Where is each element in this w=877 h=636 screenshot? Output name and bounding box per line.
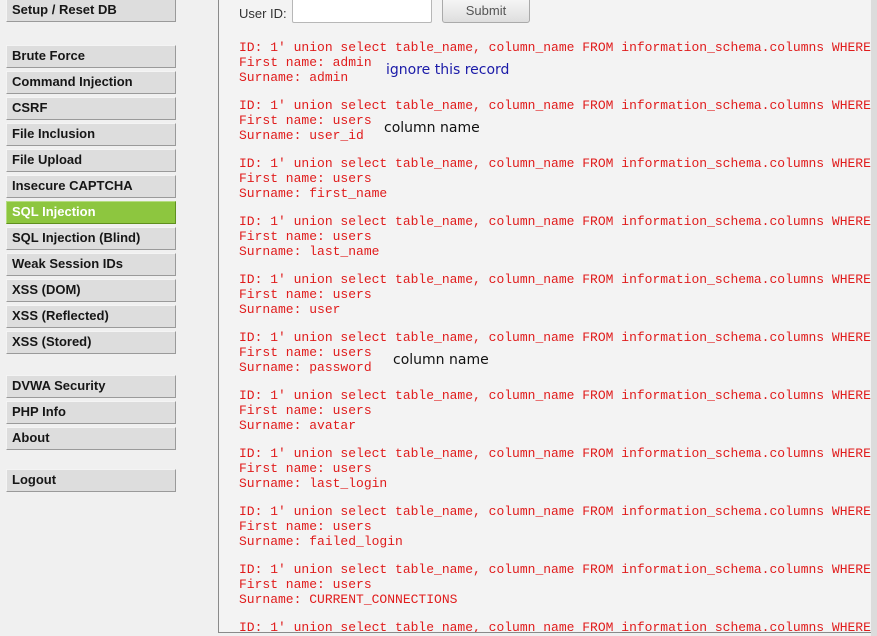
record-first-line: First name: users	[239, 577, 372, 592]
record-first-line: First name: admin	[239, 55, 372, 70]
sidebar-item-about[interactable]: About	[6, 427, 176, 450]
sidebar-item-brute-force[interactable]: Brute Force	[6, 45, 176, 68]
main-content: User ID: Submit ID: 1' union select tabl…	[218, 0, 872, 633]
sidebar-item-xss-dom[interactable]: XSS (DOM)	[6, 279, 176, 302]
menu-group: Logout	[6, 469, 176, 495]
submit-button[interactable]: Submit	[442, 0, 530, 23]
record-id-line: ID: 1' union select table_name, column_n…	[239, 504, 871, 519]
sidebar-item-command-injection[interactable]: Command Injection	[6, 71, 176, 94]
record-id-line: ID: 1' union select table_name, column_n…	[239, 156, 871, 171]
sidebar-item-weak-session-ids[interactable]: Weak Session IDs	[6, 253, 176, 276]
result-record: ID: 1' union select table_name, column_n…	[239, 214, 871, 259]
record-first-line: First name: users	[239, 403, 372, 418]
record-id-line: ID: 1' union select table_name, column_n…	[239, 330, 871, 345]
result-record: ID: 1' union select table_name, column_n…	[239, 272, 871, 317]
sidebar-item-dvwa-security[interactable]: DVWA Security	[6, 375, 176, 398]
result-record: ID: 1' union select table_name, column_n…	[239, 98, 871, 143]
menu-group: Setup / Reset DB	[6, 0, 176, 25]
record-surname-line: Surname: first_name	[239, 186, 388, 201]
record-first-line: First name: users	[239, 171, 372, 186]
record-first-line: First name: users	[239, 287, 372, 302]
menu-group: Brute Force Command Injection CSRF File Inc…	[6, 45, 176, 357]
sidebar-item-xss-reflected[interactable]: XSS (Reflected)	[6, 305, 176, 328]
annotation-text: ignore this record	[386, 62, 510, 78]
result-record: ID: 1' union select table_name, column_n…	[239, 156, 871, 201]
sidebar-item-logout[interactable]: Logout	[6, 469, 176, 492]
record-first-line: First name: users	[239, 113, 372, 128]
record-surname-line: Surname: avatar	[239, 418, 357, 433]
record-id-line: ID: 1' union select table_name, column_n…	[239, 98, 871, 113]
user-id-input[interactable]	[292, 0, 432, 23]
record-id-line: ID: 1' union select table_name, column_n…	[239, 620, 871, 633]
sidebar-item-file-inclusion[interactable]: File Inclusion	[6, 123, 176, 146]
result-record: ID: 1' union select table_name, column_n…	[239, 504, 871, 549]
record-id-line: ID: 1' union select table_name, column_n…	[239, 214, 871, 229]
sidebar-item-file-upload[interactable]: File Upload	[6, 149, 176, 172]
sidebar-item-xss-stored[interactable]: XSS (Stored)	[6, 331, 176, 354]
record-surname-line: Surname: admin	[239, 70, 349, 85]
record-surname-line: Surname: last_name	[239, 244, 380, 259]
result-record: ID: 1' union select table_name, column_n…	[239, 620, 871, 633]
record-id-line: ID: 1' union select table_name, column_n…	[239, 562, 871, 577]
record-id-line: ID: 1' union select table_name, column_n…	[239, 40, 871, 55]
user-id-label: User ID:	[239, 6, 287, 21]
menu-group: DVWA Security PHP Info About	[6, 375, 176, 453]
result-record: ID: 1' union select table_name, column_n…	[239, 446, 871, 491]
sidebar-item-php-info[interactable]: PHP Info	[6, 401, 176, 424]
record-first-line: First name: users	[239, 345, 372, 360]
sidebar-item-insecure-captcha[interactable]: Insecure CAPTCHA	[6, 175, 176, 198]
record-surname-line: Surname: user	[239, 302, 341, 317]
record-first-line: First name: users	[239, 461, 372, 476]
record-id-line: ID: 1' union select table_name, column_n…	[239, 388, 871, 403]
annotation-text: column name	[393, 352, 489, 368]
record-surname-line: Surname: user_id	[239, 128, 364, 143]
record-surname-line: Surname: failed_login	[239, 534, 403, 549]
result-record: ID: 1' union select table_name, column_n…	[239, 388, 871, 433]
record-surname-line: Surname: CURRENT_CONNECTIONS	[239, 592, 458, 607]
annotation-text: column name	[384, 120, 480, 136]
window-edge	[871, 0, 877, 636]
sidebar-item-csrf[interactable]: CSRF	[6, 97, 176, 120]
result-record: ID: 1' union select table_name, column_n…	[239, 40, 871, 85]
sidebar-menu: Setup / Reset DB Brute Force Command Injec…	[0, 0, 218, 636]
record-id-line: ID: 1' union select table_name, column_n…	[239, 272, 871, 287]
record-surname-line: Surname: last_login	[239, 476, 388, 491]
record-first-line: First name: users	[239, 519, 372, 534]
sidebar-item-sql-injection-blind[interactable]: SQL Injection (Blind)	[6, 227, 176, 250]
record-id-line: ID: 1' union select table_name, column_n…	[239, 446, 871, 461]
record-surname-line: Surname: password	[239, 360, 372, 375]
sidebar-item-sql-injection[interactable]: SQL Injection	[6, 201, 176, 224]
sidebar-item-setup-reset-db[interactable]: Setup / Reset DB	[6, 0, 176, 22]
result-record: ID: 1' union select table_name, column_n…	[239, 562, 871, 607]
record-first-line: First name: users	[239, 229, 372, 244]
result-record: ID: 1' union select table_name, column_n…	[239, 330, 871, 375]
